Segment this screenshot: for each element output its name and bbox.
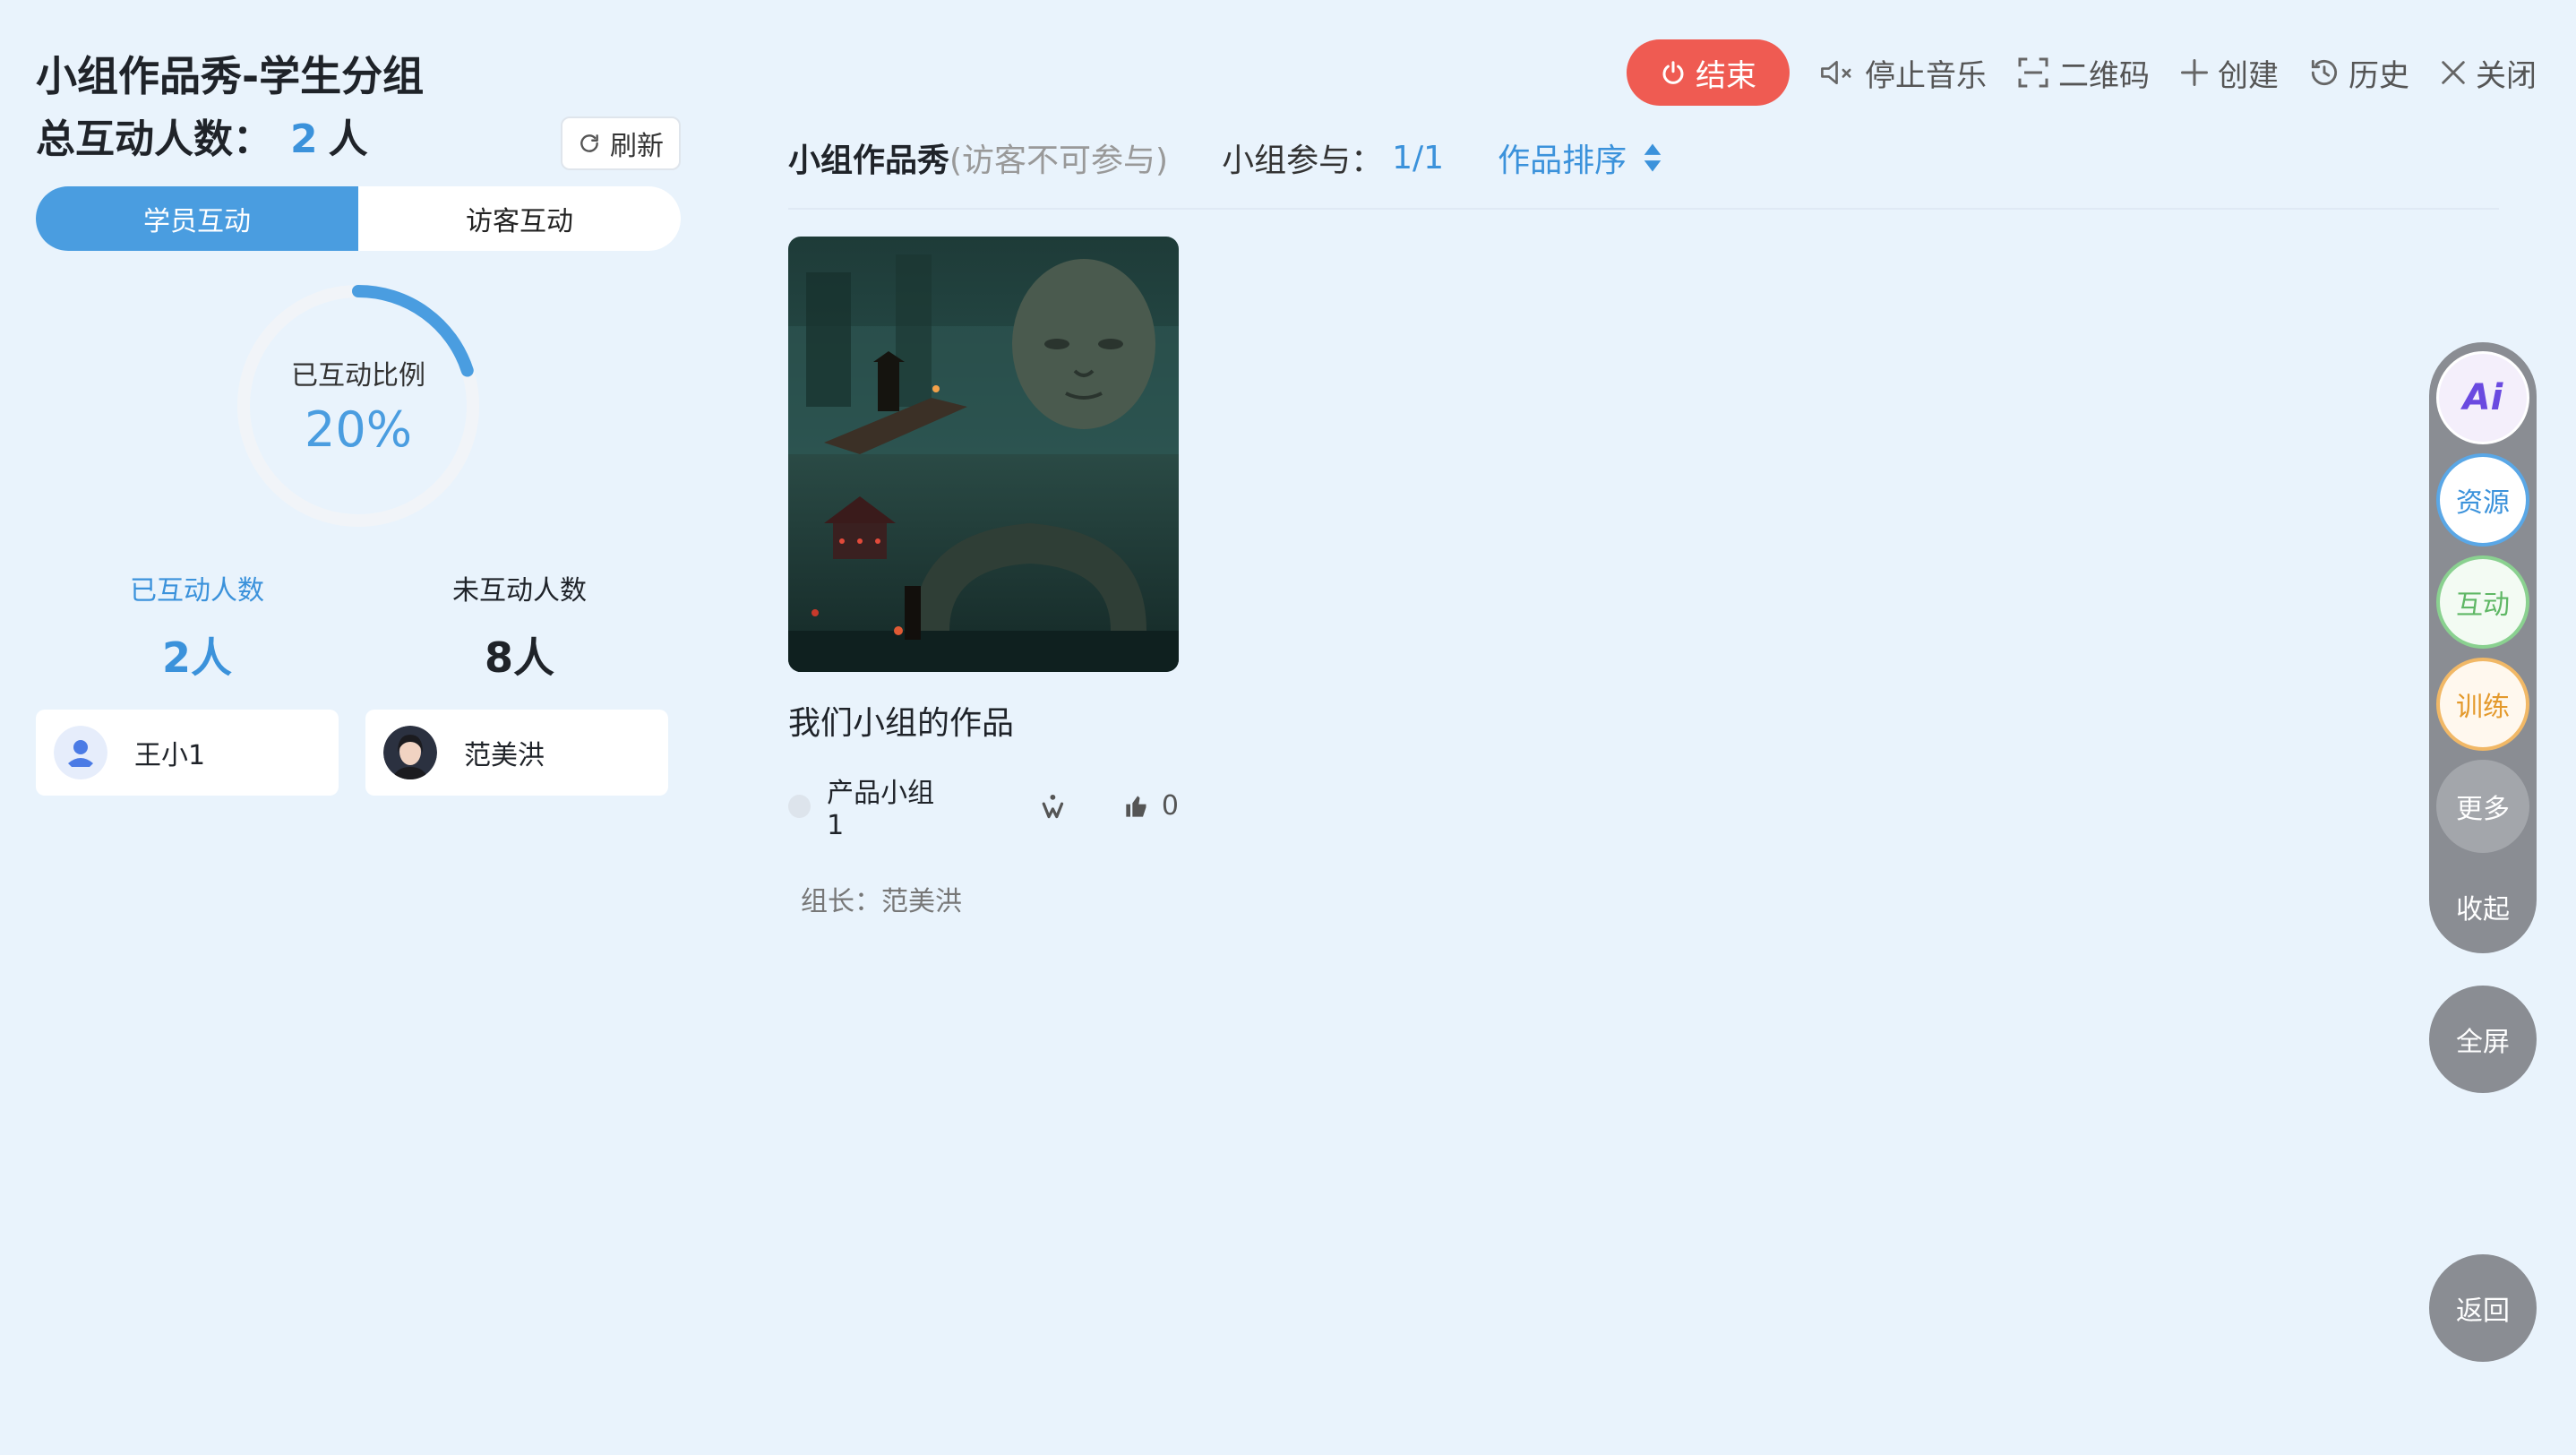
- total-row: 总互动人数： 2 人 刷新: [36, 106, 681, 174]
- stop-music-label: 停止音乐: [1865, 57, 1987, 94]
- top-toolbar: 结束 停止音乐 二维码 创建 历史 关闭: [1627, 39, 2537, 106]
- back-label: 返回: [2456, 1296, 2510, 1327]
- side-rail: Ai 资源 互动 训练 更多 收起: [2429, 342, 2537, 953]
- group-participation-label: 小组参与：: [1222, 142, 1384, 179]
- works-subtitle: (访客不可参与): [949, 142, 1169, 179]
- plus-icon: [2181, 59, 2208, 86]
- stats-panel: 小组作品秀-学生分组 总互动人数： 2 人 刷新 学员互动 访客互动 已互动比例 2…: [36, 47, 681, 796]
- back-button[interactable]: 返回: [2429, 1254, 2537, 1362]
- tab-visitor-interaction[interactable]: 访客互动: [358, 186, 681, 251]
- default-avatar-icon: [54, 726, 107, 779]
- close-button[interactable]: 关闭: [2438, 51, 2537, 95]
- resource-label: 资源: [2456, 487, 2510, 519]
- like-count: 0: [1161, 790, 1179, 822]
- user-photo-avatar: [383, 726, 437, 779]
- power-icon: [1662, 61, 1684, 84]
- more-button[interactable]: 更多: [2436, 760, 2529, 853]
- scan-icon: [2018, 57, 2048, 88]
- train-label: 训练: [2456, 692, 2510, 723]
- not-interacted-label: 未互动人数: [452, 575, 587, 607]
- tab-student-interaction[interactable]: 学员互动: [36, 186, 358, 251]
- interacted-stat: 已互动人数 2人: [36, 568, 358, 684]
- ratio-caption: 已互动比例: [291, 360, 425, 392]
- fullscreen-label: 全屏: [2456, 1027, 2510, 1058]
- train-button[interactable]: 训练: [2436, 658, 2529, 751]
- user-name: 王小1: [134, 740, 206, 771]
- ai-icon: Ai: [2462, 377, 2503, 418]
- total-label: 总互动人数：: [36, 116, 272, 162]
- ai-button[interactable]: Ai: [2436, 351, 2529, 444]
- user-name: 范美洪: [464, 740, 545, 771]
- create-button[interactable]: 创建: [2178, 51, 2279, 95]
- group-participation-value: 1/1: [1392, 139, 1445, 176]
- works-header: 小组作品秀 (访客不可参与) 小组参与： 1/1 作品排序: [788, 134, 2499, 181]
- fullscreen-button[interactable]: 全屏: [2429, 986, 2537, 1093]
- user-card[interactable]: 范美洪: [365, 710, 668, 796]
- refresh-icon: [580, 134, 598, 152]
- page-title: 小组作品秀-学生分组: [36, 52, 425, 100]
- user-list: 王小1 范美洪: [36, 710, 681, 796]
- interact-button[interactable]: 互动: [2436, 555, 2529, 649]
- qrcode-label: 二维码: [2058, 57, 2150, 94]
- group-leader: 组长：范美洪: [801, 886, 962, 917]
- collapse-button[interactable]: 收起: [2429, 887, 2537, 926]
- interaction-tabs: 学员互动 访客互动: [36, 186, 681, 251]
- mute-icon: [1821, 60, 1851, 85]
- history-button[interactable]: 历史: [2307, 51, 2409, 95]
- refresh-button[interactable]: 刷新: [561, 116, 681, 170]
- ring-center-text: 已互动比例 20%: [228, 353, 488, 458]
- history-label: 历史: [2348, 57, 2409, 94]
- group-icon: [788, 794, 811, 818]
- end-label: 结束: [1696, 57, 1756, 94]
- group-name: 产品小组1: [827, 778, 935, 841]
- work-meta: 产品小组1 0: [788, 771, 1179, 841]
- end-button[interactable]: 结束: [1627, 39, 1790, 106]
- interaction-stats: 已互动人数 2人 未互动人数 8人: [36, 568, 681, 684]
- works-area: 小组作品秀 (访客不可参与) 小组参与： 1/1 作品排序 我们小组的作品 产品…: [788, 134, 2499, 918]
- not-interacted-stat: 未互动人数 8人: [358, 568, 681, 684]
- user-card[interactable]: 王小1: [36, 710, 339, 796]
- history-icon: [2311, 59, 2338, 86]
- sort-label: 作品排序: [1498, 142, 1627, 179]
- score-icon[interactable]: [1037, 790, 1069, 822]
- work-thumbnail[interactable]: [788, 237, 1179, 672]
- header-divider: [788, 208, 2499, 210]
- sort-works-button[interactable]: 作品排序: [1498, 134, 1662, 181]
- works-title: 小组作品秀: [788, 142, 950, 179]
- close-label: 关闭: [2476, 57, 2537, 94]
- like-button[interactable]: 0: [1124, 790, 1179, 822]
- interacted-label: 已互动人数: [130, 575, 264, 607]
- create-label: 创建: [2218, 57, 2279, 94]
- thumbs-up-icon: [1126, 795, 1146, 817]
- close-icon: [2442, 61, 2465, 84]
- qrcode-button[interactable]: 二维码: [2015, 51, 2150, 95]
- interact-label: 互动: [2456, 590, 2510, 621]
- interacted-value: 2人: [161, 633, 232, 682]
- stop-music-button[interactable]: 停止音乐: [1818, 51, 1987, 95]
- interaction-ratio-ring: 已互动比例 20%: [228, 276, 488, 536]
- work-title[interactable]: 我们小组的作品: [788, 697, 1179, 744]
- resource-button[interactable]: 资源: [2436, 453, 2529, 547]
- sort-icon: [1644, 143, 1662, 172]
- not-interacted-value: 8人: [484, 633, 554, 682]
- total-count: 2: [290, 116, 318, 162]
- more-label: 更多: [2456, 794, 2510, 825]
- refresh-label: 刷新: [610, 131, 664, 162]
- ratio-value: 20%: [304, 401, 413, 458]
- total-unit: 人: [328, 116, 368, 162]
- work-card[interactable]: 我们小组的作品 产品小组1 0 组长：范美洪: [788, 237, 1179, 918]
